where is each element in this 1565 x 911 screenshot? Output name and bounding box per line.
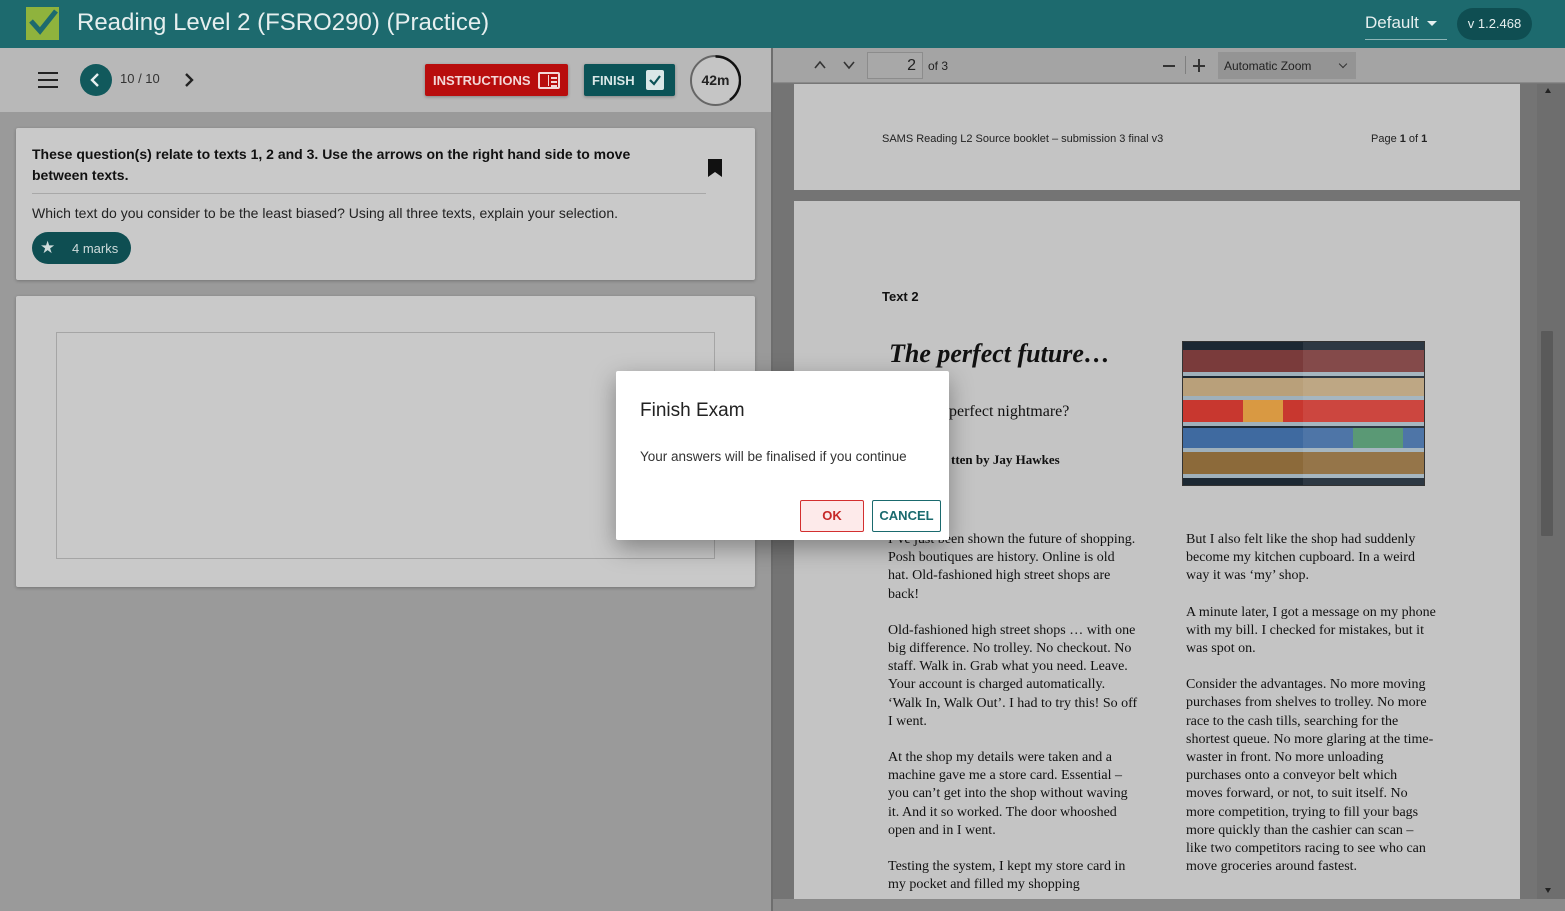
dialog-message: Your answers will be finalised if you co…	[640, 449, 907, 464]
text-label: Text 2	[882, 289, 919, 304]
dialog-title: Finish Exam	[640, 400, 745, 421]
theme-select[interactable]: Default	[1365, 8, 1447, 40]
paragraph: I’ve just been shown the future of shopp…	[888, 532, 1136, 602]
zoom-select-value: Automatic Zoom	[1224, 59, 1312, 73]
pdf-page-input[interactable]: 2	[867, 52, 923, 79]
page-footer-title: SAMS Reading L2 Source booklet – submiss…	[882, 133, 1164, 145]
marks-badge: ★ 4 marks	[32, 232, 131, 264]
caret-down-icon	[1427, 21, 1437, 26]
scroll-down-icon[interactable]	[1545, 888, 1551, 893]
article-title: The perfect future…	[889, 339, 1110, 368]
zoom-out-icon[interactable]	[1163, 65, 1175, 67]
paragraph: At the shop my details were taken and a …	[888, 750, 1128, 838]
chevron-down-icon	[1338, 59, 1348, 69]
chevron-left-icon	[90, 73, 99, 87]
pdf-page-total: of 3	[928, 59, 949, 73]
timer-value: 42m	[701, 72, 730, 88]
previous-page-icon[interactable]	[813, 58, 827, 72]
question-prompt: Which text do you consider to be the lea…	[32, 205, 618, 221]
pdf-toolbar: 2 of 3 Automatic Zoom	[773, 48, 1565, 83]
instructions-button[interactable]: INSTRUCTIONS	[425, 64, 568, 96]
book-icon	[538, 72, 560, 89]
paragraph: But I also felt like the shop had sudden…	[1186, 532, 1416, 584]
bookmark-icon[interactable]	[708, 159, 722, 177]
zoom-in-icon-vertical[interactable]	[1198, 59, 1200, 72]
theme-select-value: Default	[1365, 13, 1419, 32]
pdf-horizontal-scrollbar[interactable]	[773, 899, 1565, 911]
exam-timer: 42m	[690, 55, 741, 106]
question-instruction: These question(s) relate to texts 1, 2 a…	[32, 146, 631, 183]
pdf-page-2: Text 2 The perfect future… perfect night…	[794, 201, 1520, 899]
instructions-button-label: INSTRUCTIONS	[433, 73, 531, 88]
app-logo-icon	[26, 7, 59, 40]
page-footer-number: Page 1 of 1	[1371, 133, 1428, 145]
finish-exam-dialog: Finish Exam Your answers will be finalis…	[616, 371, 949, 540]
question-card: These question(s) relate to texts 1, 2 a…	[16, 128, 755, 280]
paragraph: Consider the advantages. No more moving …	[1186, 677, 1434, 875]
scroll-up-icon[interactable]	[1545, 88, 1551, 93]
exam-title: Reading Level 2 (FSRO290) (Practice)	[77, 9, 490, 36]
divider	[32, 193, 706, 194]
supermarket-shelves-image	[1182, 341, 1425, 486]
pdf-scrollbar-thumb[interactable]	[1541, 331, 1553, 536]
ok-button[interactable]: OK	[800, 500, 864, 532]
article-subtitle: perfect nightmare?	[949, 403, 1070, 420]
chevron-right-icon	[185, 73, 194, 87]
star-icon: ★	[40, 238, 56, 257]
question-toolbar: 10 / 10 INSTRUCTIONS FINISH 42m	[0, 48, 771, 112]
cancel-button[interactable]: CANCEL	[872, 500, 941, 532]
article-column-right: But I also felt like the shop had sudden…	[1186, 531, 1436, 894]
checklist-icon	[646, 70, 664, 90]
article-byline: tten by Jay Hawkes	[951, 452, 1060, 467]
menu-icon[interactable]	[38, 72, 58, 88]
question-counter: 10 / 10	[120, 71, 160, 86]
paragraph: Testing the system, I kept my store card…	[888, 859, 1126, 893]
paragraph: Old-fashioned high street shops … with o…	[888, 622, 1138, 729]
next-page-icon[interactable]	[842, 58, 856, 72]
pdf-page-1: SAMS Reading L2 Source booklet – submiss…	[794, 84, 1520, 190]
toolbar-separator	[1185, 56, 1186, 74]
version-badge: v 1.2.468	[1457, 8, 1532, 40]
app-header: Reading Level 2 (FSRO290) (Practice) Def…	[0, 0, 1565, 48]
article-column-left: I’ve just been shown the future of shopp…	[888, 531, 1138, 899]
next-question-button[interactable]	[178, 66, 200, 94]
marks-label: 4 marks	[72, 241, 119, 256]
finish-button[interactable]: FINISH	[584, 64, 675, 96]
previous-question-button[interactable]	[80, 64, 112, 96]
zoom-select[interactable]: Automatic Zoom	[1218, 52, 1356, 79]
paragraph: A minute later, I got a message on my ph…	[1186, 604, 1436, 657]
finish-button-label: FINISH	[592, 73, 635, 88]
app-root: Reading Level 2 (FSRO290) (Practice) Def…	[0, 0, 1565, 911]
